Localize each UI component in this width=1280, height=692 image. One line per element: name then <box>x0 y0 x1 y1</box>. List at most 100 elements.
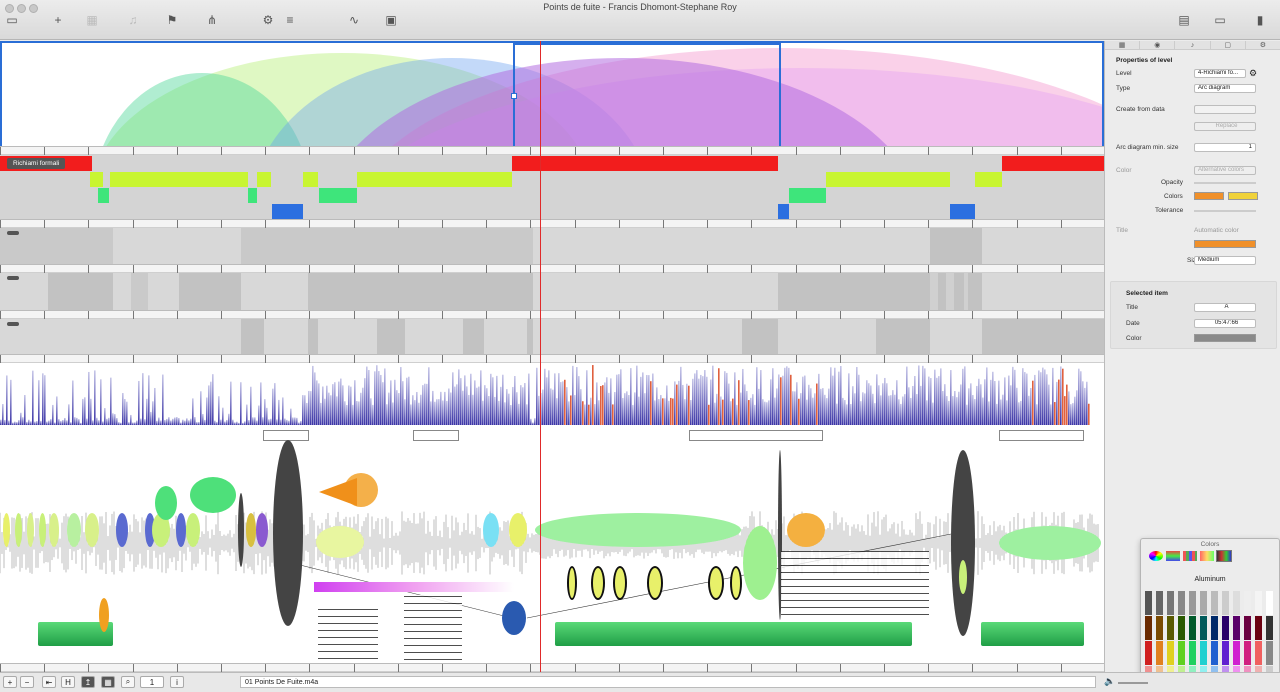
toolbar-button-add-to-charts[interactable]: ♫ <box>129 13 138 29</box>
alt-colors-select[interactable]: Alternative colors <box>1194 166 1256 175</box>
level-block[interactable] <box>241 228 533 264</box>
inspector-tabs[interactable]: ▦ ◉ ♪ ▢ ⚙ <box>1105 41 1280 50</box>
level-3[interactable] <box>0 319 1104 354</box>
level-block[interactable] <box>778 319 876 354</box>
event-ellipse[interactable] <box>730 566 742 600</box>
pencil-swatch[interactable] <box>1145 641 1152 665</box>
level-block[interactable] <box>968 273 982 310</box>
overview-selection[interactable] <box>513 43 781 152</box>
time-ruler[interactable] <box>0 354 1104 363</box>
opacity-slider[interactable] <box>1194 182 1256 184</box>
level-block[interactable] <box>876 319 930 354</box>
pencil-swatch[interactable] <box>1167 616 1174 640</box>
level-select[interactable]: 4-Richiami fo... <box>1194 69 1246 78</box>
toolbar-button-audio-descriptors[interactable]: ∿ <box>349 13 359 29</box>
info-tab[interactable]: ▦ <box>1105 41 1141 49</box>
pencil-swatch[interactable] <box>1211 641 1218 665</box>
level-block[interactable] <box>946 273 954 310</box>
toolbar-button-mode[interactable]: ▭ <box>6 13 17 29</box>
overview-resize-handle[interactable] <box>511 93 517 99</box>
event-ellipse[interactable] <box>959 560 967 594</box>
pencils-icon[interactable] <box>1216 550 1232 562</box>
pencil-swatch[interactable] <box>1156 641 1163 665</box>
level-block[interactable] <box>113 273 131 310</box>
event-ellipse[interactable] <box>535 513 741 547</box>
toolbar-button-playlist[interactable]: ≡ <box>286 13 293 29</box>
grid-icon[interactable]: ▦ <box>101 676 115 688</box>
event-ellipse[interactable] <box>647 566 663 600</box>
volume-slider[interactable] <box>1118 682 1148 684</box>
pencil-swatch[interactable] <box>1178 616 1185 640</box>
pencil-swatch[interactable] <box>1200 591 1207 615</box>
pencil-swatch[interactable] <box>1145 616 1152 640</box>
event-ellipse[interactable] <box>316 526 364 558</box>
time-ruler[interactable] <box>0 663 1104 672</box>
event-ellipse[interactable] <box>509 513 527 547</box>
time-ruler[interactable] <box>0 310 1104 319</box>
event-ellipse[interactable] <box>246 513 256 547</box>
level-block[interactable] <box>264 319 308 354</box>
color-checkbox[interactable]: Color <box>1116 167 1132 174</box>
formal-block[interactable] <box>248 188 257 203</box>
pencil-swatch[interactable] <box>1255 591 1262 615</box>
event-ellipse[interactable] <box>999 526 1101 560</box>
pencil-swatch[interactable] <box>1266 641 1273 665</box>
level-block[interactable] <box>179 273 241 310</box>
pencil-swatch[interactable] <box>1211 616 1218 640</box>
audio-file-field[interactable]: 01 Points De Fuite.m4a <box>240 676 1096 688</box>
pencil-swatch[interactable] <box>1266 591 1273 615</box>
toolbar-button-properties[interactable]: ▮ <box>1257 13 1264 29</box>
overview-arc-diagram[interactable] <box>0 41 1104 154</box>
formal-block[interactable] <box>272 204 303 219</box>
event-ellipse[interactable] <box>708 566 724 600</box>
formal-block[interactable] <box>303 172 318 187</box>
pencil-swatch[interactable] <box>1156 591 1163 615</box>
event-ellipse[interactable] <box>67 513 81 547</box>
playhead[interactable] <box>540 41 541 672</box>
level-settings-gear-icon[interactable]: ⚙ <box>1249 69 1259 79</box>
pencil-swatch[interactable] <box>1233 591 1240 615</box>
level-block[interactable] <box>742 319 778 354</box>
level-block[interactable] <box>148 273 179 310</box>
event-ellipse[interactable] <box>176 513 186 547</box>
sxdx-marker[interactable] <box>999 430 1084 441</box>
sxdx-marker[interactable] <box>413 430 459 441</box>
gear-tab[interactable]: ⚙ <box>1246 41 1280 49</box>
time-ruler[interactable] <box>0 264 1104 273</box>
level-block[interactable] <box>131 273 148 310</box>
pencil-swatch[interactable] <box>1244 641 1251 665</box>
pencil-swatch[interactable] <box>1255 641 1262 665</box>
square-tab[interactable]: ▢ <box>1211 41 1246 49</box>
toolbar-button-events[interactable]: + <box>54 13 61 29</box>
pencil-swatch[interactable] <box>1233 616 1240 640</box>
sel-date-input[interactable]: 05:47:66 <box>1194 319 1256 328</box>
title-color-swatch[interactable] <box>1194 240 1256 248</box>
tolerance-slider[interactable] <box>1194 210 1256 212</box>
notation-tab[interactable]: ♪ <box>1175 41 1211 49</box>
toolbar-button-add-structure[interactable]: ⋔ <box>207 13 217 29</box>
time-ruler[interactable] <box>0 219 1104 228</box>
event-ellipse[interactable] <box>85 513 99 547</box>
eye-tab[interactable]: ◉ <box>1140 41 1176 49</box>
pencil-swatch[interactable] <box>1145 591 1152 615</box>
level-block[interactable] <box>930 273 938 310</box>
event-ellipse[interactable] <box>190 477 236 513</box>
event-ellipse[interactable] <box>99 598 109 632</box>
toolbar-button-add-marker[interactable]: ⚑ <box>167 13 178 29</box>
toolbar-button-tools[interactable]: ⚙ <box>263 13 274 29</box>
image-palette-icon[interactable] <box>1200 551 1214 561</box>
formal-block[interactable] <box>975 172 1002 187</box>
add-button[interactable]: + <box>3 676 17 688</box>
event-ellipse[interactable] <box>591 566 605 600</box>
event-ellipse[interactable] <box>186 513 200 547</box>
pencil-swatch[interactable] <box>1222 616 1229 640</box>
formal-block[interactable] <box>90 172 103 187</box>
toolbar-button-add-to-library[interactable]: ▦ <box>86 13 97 29</box>
event-ellipse[interactable] <box>273 440 303 626</box>
pink-gradient-bar[interactable] <box>314 582 514 592</box>
level-block[interactable] <box>778 273 930 310</box>
pencil-swatch[interactable] <box>1211 591 1218 615</box>
pencil-swatch[interactable] <box>1178 641 1185 665</box>
event-ellipse[interactable] <box>49 513 59 547</box>
sliders-icon[interactable] <box>1166 551 1180 561</box>
